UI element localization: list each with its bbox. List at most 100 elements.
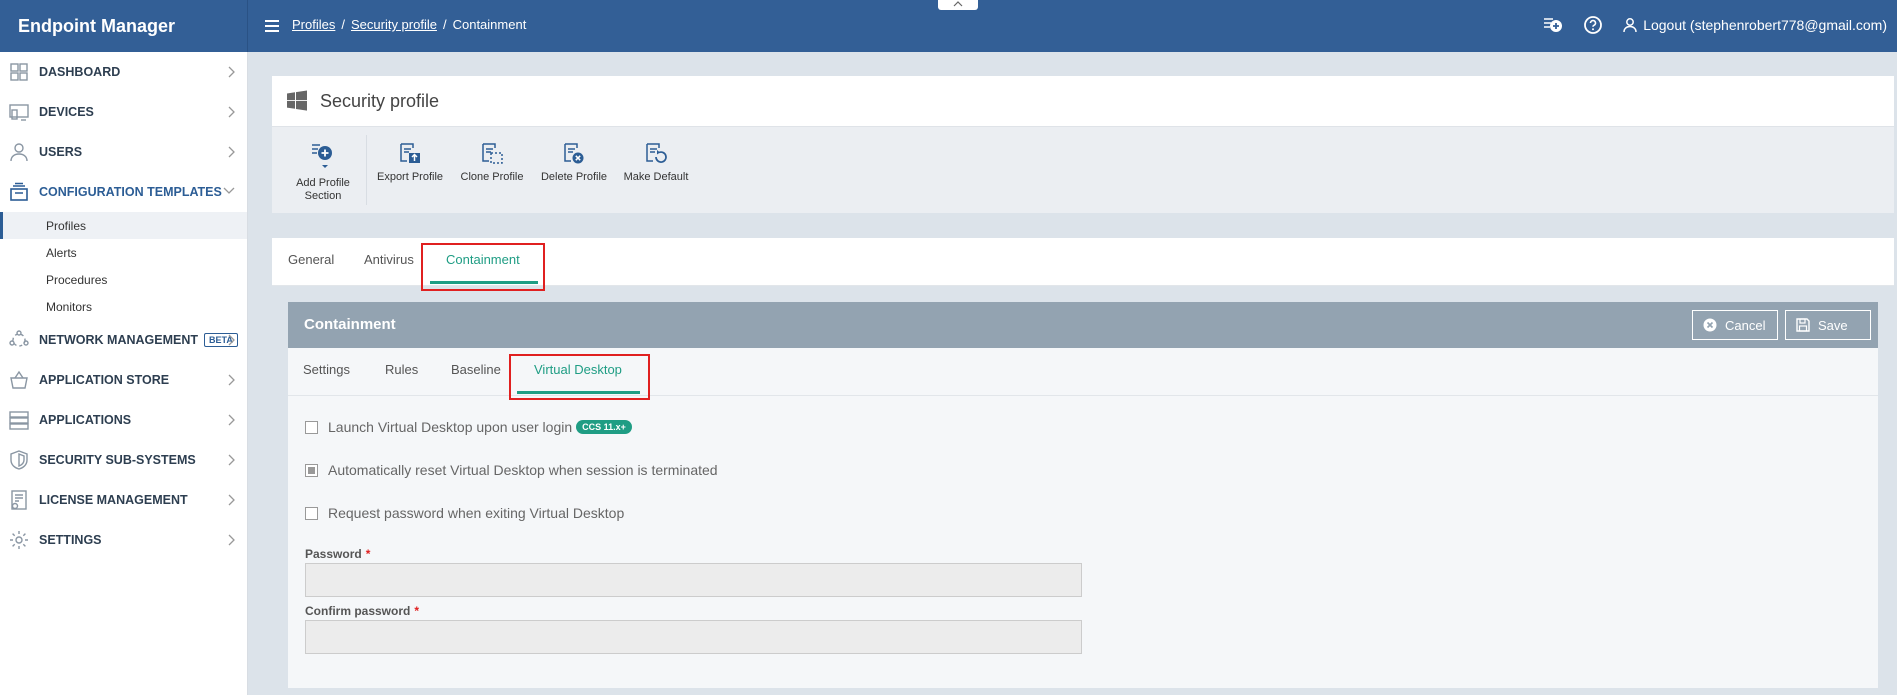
menu-icon[interactable] bbox=[265, 17, 279, 35]
sidebar-subitem-procedures[interactable]: Procedures bbox=[0, 266, 247, 293]
required-mark: * bbox=[414, 604, 420, 618]
sidebar-item-configuration-templates[interactable]: CONFIGURATION TEMPLATES bbox=[0, 172, 247, 212]
required-mark: * bbox=[365, 547, 371, 561]
chevron-right-icon bbox=[228, 494, 235, 506]
templates-icon bbox=[8, 181, 30, 203]
auto-reset-option: Automatically reset Virtual Desktop when… bbox=[305, 462, 718, 478]
sidebar-subitem-alerts[interactable]: Alerts bbox=[0, 239, 247, 266]
profile-toolbar: Add Profile Section Export Profile Clone … bbox=[272, 126, 1894, 213]
highlight-box bbox=[509, 354, 650, 400]
sidebar-item-users[interactable]: USERS bbox=[0, 132, 247, 172]
logout-button[interactable]: Logout (stephenrobert778@gmail.com) bbox=[1622, 17, 1887, 33]
chevron-right-icon bbox=[228, 146, 235, 158]
sidebar-item-devices[interactable]: DEVICES bbox=[0, 92, 247, 132]
sidebar-item-settings[interactable]: SETTINGS bbox=[0, 520, 247, 560]
confirm-password-field[interactable] bbox=[305, 620, 1082, 654]
make-default-label: Make Default bbox=[623, 171, 689, 183]
auto-reset-checkbox[interactable] bbox=[305, 463, 318, 477]
sidebar-item-label: USERS bbox=[39, 145, 83, 159]
chevron-right-icon bbox=[228, 414, 235, 426]
logout-label: Logout (stephenrobert778@gmail.com) bbox=[1643, 17, 1887, 33]
applications-icon bbox=[8, 409, 30, 431]
containment-subtabs: Settings Rules Baseline Virtual Desktop bbox=[288, 348, 1878, 400]
cancel-icon bbox=[1703, 318, 1717, 332]
export-icon bbox=[400, 143, 420, 163]
tab-general[interactable]: General bbox=[288, 252, 334, 267]
sidebar-item-label: NETWORK MANAGEMENT bbox=[39, 333, 199, 347]
tab-antivirus[interactable]: Antivirus bbox=[364, 252, 414, 267]
export-profile-label: Export Profile bbox=[376, 171, 444, 183]
license-icon bbox=[8, 489, 30, 511]
add-profile-section-label-1: Add Profile bbox=[296, 177, 350, 189]
sidebar-subitem-monitors[interactable]: Monitors bbox=[0, 293, 247, 320]
sidebar-item-label: DASHBOARD bbox=[39, 65, 121, 79]
export-profile-button[interactable]: Export Profile bbox=[369, 127, 451, 213]
delete-profile-label: Delete Profile bbox=[540, 171, 608, 183]
sidebar: DASHBOARD DEVICES USERS CONFIGURATION TE… bbox=[0, 52, 248, 695]
breadcrumb-security-profile[interactable]: Security profile bbox=[351, 17, 437, 32]
subtab-settings[interactable]: Settings bbox=[303, 362, 350, 377]
sidebar-item-label: LICENSE MANAGEMENT bbox=[39, 493, 188, 507]
breadcrumb-separator: / bbox=[341, 17, 345, 32]
request-password-label: Request password when exiting Virtual De… bbox=[328, 505, 625, 521]
make-default-icon bbox=[646, 143, 667, 163]
request-password-option: Request password when exiting Virtual De… bbox=[305, 505, 624, 521]
section-title: Containment bbox=[304, 316, 396, 333]
network-icon bbox=[8, 329, 30, 351]
breadcrumb-current: Containment bbox=[452, 17, 527, 32]
confirm-password-label-text: Confirm password bbox=[305, 604, 411, 618]
help-icon[interactable] bbox=[1582, 14, 1604, 36]
collapse-header-button[interactable] bbox=[938, 0, 978, 10]
sidebar-item-security-sub-systems[interactable]: SECURITY SUB-SYSTEMS bbox=[0, 440, 247, 480]
sidebar-item-label: DEVICES bbox=[39, 105, 94, 119]
save-label: Save bbox=[1818, 317, 1848, 333]
sidebar-item-label: APPLICATION STORE bbox=[39, 373, 170, 387]
launch-virtual-desktop-label: Launch Virtual Desktop upon user login bbox=[328, 419, 573, 435]
devices-icon bbox=[8, 101, 30, 123]
containment-header: Containment Cancel Save bbox=[288, 302, 1878, 348]
sidebar-item-label: APPLICATIONS bbox=[39, 413, 132, 427]
version-badge: CCS 11.x+ bbox=[576, 420, 632, 434]
subtab-rules[interactable]: Rules bbox=[385, 362, 418, 377]
make-default-button[interactable]: Make Default bbox=[615, 127, 697, 213]
chevron-right-icon bbox=[228, 374, 235, 386]
add-section-icon bbox=[312, 144, 332, 168]
clone-profile-label: Clone Profile bbox=[460, 171, 524, 183]
clone-icon bbox=[482, 143, 503, 164]
delete-profile-button[interactable]: Delete Profile bbox=[533, 127, 615, 213]
sidebar-item-label: CONFIGURATION TEMPLATES bbox=[39, 185, 222, 199]
user-icon bbox=[1623, 18, 1637, 33]
breadcrumb-profiles[interactable]: Profiles bbox=[292, 17, 335, 32]
sidebar-item-dashboard[interactable]: DASHBOARD bbox=[0, 52, 247, 92]
sidebar-item-applications[interactable]: APPLICATIONS bbox=[0, 400, 247, 440]
sidebar-item-network-management[interactable]: NETWORK MANAGEMENT BETA bbox=[0, 320, 247, 360]
subtab-baseline[interactable]: Baseline bbox=[451, 362, 501, 377]
cancel-button[interactable]: Cancel bbox=[1692, 310, 1778, 340]
password-label: Password * bbox=[305, 547, 370, 561]
save-button[interactable]: Save bbox=[1785, 310, 1871, 340]
chevron-right-icon bbox=[228, 454, 235, 466]
clone-profile-button[interactable]: Clone Profile bbox=[451, 127, 533, 213]
breadcrumb: Profiles / Security profile / Containmen… bbox=[292, 17, 526, 32]
auto-reset-label: Automatically reset Virtual Desktop when… bbox=[328, 462, 718, 478]
password-field[interactable] bbox=[305, 563, 1082, 597]
sidebar-item-license-management[interactable]: LICENSE MANAGEMENT bbox=[0, 480, 247, 520]
add-profile-section-button[interactable]: Add Profile Section bbox=[282, 127, 364, 213]
chevron-right-icon bbox=[228, 334, 235, 346]
breadcrumb-separator: / bbox=[442, 17, 447, 32]
add-notification-icon[interactable] bbox=[1542, 14, 1564, 36]
sidebar-subitem-profiles[interactable]: Profiles bbox=[0, 212, 247, 239]
password-label-text: Password bbox=[305, 547, 362, 561]
windows-icon bbox=[287, 90, 307, 111]
highlight-box bbox=[421, 243, 545, 291]
app-title[interactable]: Endpoint Manager bbox=[0, 0, 248, 52]
launch-virtual-desktop-option: Launch Virtual Desktop upon user login C… bbox=[305, 419, 632, 435]
launch-virtual-desktop-checkbox[interactable] bbox=[305, 420, 318, 434]
chevron-right-icon bbox=[228, 66, 235, 78]
virtual-desktop-content: Settings Rules Baseline Virtual Desktop … bbox=[288, 348, 1878, 688]
chevron-up-icon bbox=[953, 1, 963, 7]
confirm-password-label: Confirm password * bbox=[305, 604, 419, 618]
top-bar: Endpoint Manager Profiles / Security pro… bbox=[0, 0, 1897, 52]
sidebar-item-application-store[interactable]: APPLICATION STORE bbox=[0, 360, 247, 400]
request-password-checkbox[interactable] bbox=[305, 506, 318, 520]
